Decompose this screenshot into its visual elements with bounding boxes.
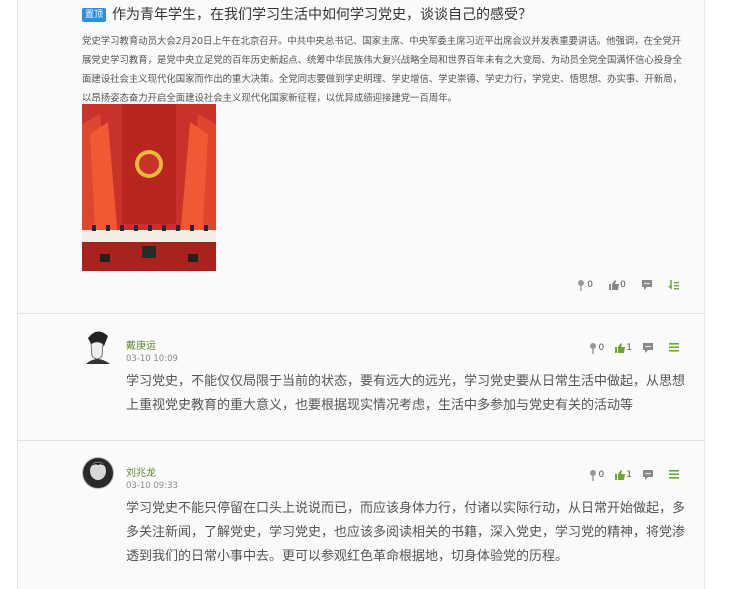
flower-count: 0 — [587, 280, 593, 290]
thumbs-up-icon — [615, 342, 626, 353]
flower-count: 0 — [598, 469, 605, 480]
reply-button[interactable] — [642, 469, 654, 481]
sort-button[interactable] — [668, 279, 680, 291]
thumbs-up-icon — [615, 469, 626, 480]
user-avatar-image — [82, 457, 114, 489]
comment-time: 03-10 10:09 — [126, 354, 178, 364]
comment-text: 学习党史，不能仅仅局限于当前的状态，要有远大的远光，学习党史要从日常生活中做起，… — [126, 374, 686, 413]
comment-item: 刘兆龙 03-10 09:33 0 1 学习党史不能只停留在口头上说说而已，而应… — [18, 441, 704, 589]
reply-button[interactable] — [641, 279, 653, 291]
avatar[interactable] — [82, 328, 112, 364]
like-count: 1 — [626, 469, 632, 480]
commenter-name[interactable]: 戴庚运 — [126, 337, 156, 352]
menu-icon — [669, 343, 679, 352]
like-button[interactable]: 1 — [614, 342, 632, 354]
like-count: 0 — [620, 280, 626, 290]
thumbs-up-icon — [609, 280, 620, 290]
like-button[interactable]: 1 — [614, 469, 632, 481]
comment-text: 学习党史不能只停留在口头上说说而已，而应该身体力行，付诸以实际行动，从日常开始做… — [126, 501, 686, 564]
chat-bubble-icon — [643, 469, 653, 480]
flower-icon — [589, 469, 596, 481]
more-menu-button[interactable] — [668, 465, 680, 484]
comment-actions: 0 1 — [577, 465, 680, 484]
like-count: 1 — [626, 342, 632, 353]
comment-item: 戴庚运 03-10 10:09 0 1 学习党史，不能仅仅局限于当前的状态，要有… — [18, 314, 704, 438]
topic-post: 置顶 作为青年学生，在我们学习生活中如何学习党史，谈谈自己的感受？ 党史学习教育… — [18, 0, 704, 310]
sort-down-icon — [668, 280, 679, 290]
party-meeting-image — [82, 104, 216, 271]
flower-count: 0 — [598, 342, 605, 353]
menu-icon — [669, 470, 679, 479]
avatar[interactable] — [82, 455, 114, 491]
post-title: 作为青年学生，在我们学习生活中如何学习党史，谈谈自己的感受？ — [112, 7, 532, 23]
flower-button[interactable]: 0 — [575, 279, 593, 291]
more-menu-button[interactable] — [668, 338, 680, 357]
flower-icon — [589, 342, 596, 354]
comment-actions: 0 1 — [577, 338, 680, 357]
chat-bubble-icon — [643, 342, 653, 353]
reply-button[interactable] — [642, 342, 654, 354]
post-actions: 0 0 — [565, 276, 680, 295]
commenter-name[interactable]: 刘兆龙 — [126, 464, 156, 479]
post-body: 党史学习教育动员大会2月20日上午在北京召开。中共中央总书记、国家主席、中央军委… — [82, 36, 683, 104]
user-avatar-image — [82, 328, 112, 364]
chat-bubble-icon — [641, 280, 652, 290]
post-image[interactable] — [82, 104, 216, 271]
discussion-panel: 置顶 作为青年学生，在我们学习生活中如何学习党史，谈谈自己的感受？ 党史学习教育… — [17, 0, 705, 589]
flower-button[interactable]: 0 — [587, 469, 605, 481]
flower-icon — [578, 280, 585, 291]
flower-button[interactable]: 0 — [587, 342, 605, 354]
like-button[interactable]: 0 — [608, 279, 626, 291]
pinned-badge: 置顶 — [82, 8, 107, 22]
comment-time: 03-10 09:33 — [126, 481, 178, 491]
